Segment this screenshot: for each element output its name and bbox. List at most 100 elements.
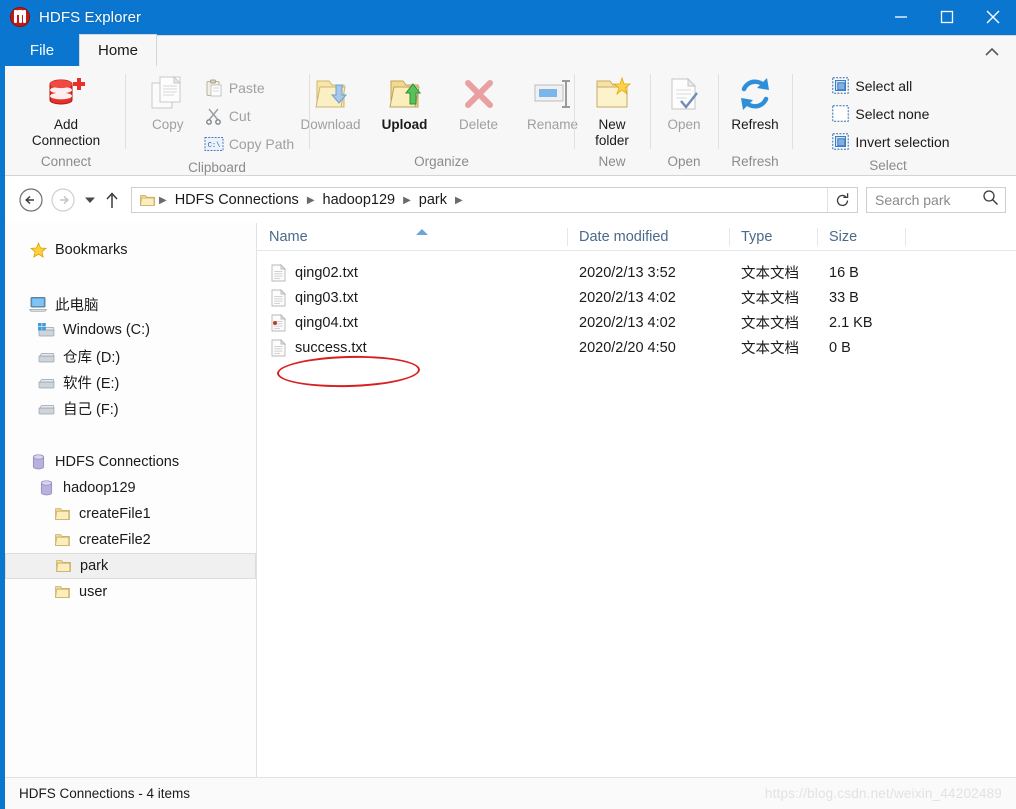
search-input[interactable]: Search park [866, 187, 1006, 213]
minimize-icon[interactable] [878, 0, 924, 34]
sidebar-item-createfile1[interactable]: createFile1 [5, 501, 256, 527]
main-area: Bookmarks 此电脑 Windows (C:) 仓库 (D:) 软件 (E… [5, 223, 1016, 777]
tab-home[interactable]: Home [79, 34, 158, 66]
sidebar-item-bookmarks[interactable]: Bookmarks [5, 237, 256, 263]
sidebar-item-hdfs-connections[interactable]: HDFS Connections [5, 449, 256, 475]
paste-label: Paste [228, 79, 265, 96]
select-all-label: Select all [855, 77, 913, 94]
file-date-cell: 2020/2/13 4:02 [579, 314, 676, 331]
copy-button[interactable]: Copy [136, 72, 200, 133]
copy-path-button[interactable]: C:\ Copy Path [200, 130, 298, 157]
file-name-cell[interactable]: qing02.txt [257, 260, 567, 285]
invert-selection-label: Invert selection [855, 133, 950, 150]
watermark-text: https://blog.csdn.net/weixin_44202489 [764, 786, 1002, 801]
chevron-up-icon[interactable] [980, 42, 1004, 62]
status-bar: HDFS Connections - 4 items https://blog.… [5, 777, 1016, 809]
refresh-address-icon[interactable] [827, 188, 857, 212]
close-icon[interactable] [970, 0, 1016, 34]
open-button[interactable]: Open [652, 72, 716, 133]
cut-button[interactable]: Cut [200, 102, 298, 129]
sidebar-item-this-pc[interactable]: 此电脑 [5, 291, 256, 317]
folder-icon [51, 533, 73, 547]
download-button[interactable]: Download [294, 72, 368, 133]
paste-button[interactable]: Paste [200, 74, 298, 101]
sidebar-item-drive-c[interactable]: Windows (C:) [5, 317, 256, 343]
breadcrumb-item-hadoop129[interactable]: hadoop129 [316, 192, 403, 208]
column-header-type[interactable]: Type [729, 223, 817, 251]
file-name-cell[interactable]: qing03.txt [257, 285, 567, 310]
ribbon-group-label-new: New [598, 154, 626, 169]
ribbon-group-new: New folder New [574, 66, 650, 175]
file-size-cell: 0 B [829, 339, 851, 356]
table-row[interactable]: qing03.txt 2020/2/13 4:02 文本文档 33 B [257, 285, 1016, 310]
file-name-cell[interactable]: success.txt [257, 335, 567, 360]
search-placeholder: Search park [875, 192, 951, 208]
select-all-icon [830, 76, 850, 96]
window-title: HDFS Explorer [39, 8, 142, 26]
hadoop-elephant-icon [9, 6, 31, 28]
tab-file[interactable]: File [5, 34, 79, 66]
new-folder-button[interactable]: New folder [580, 72, 644, 149]
breadcrumb[interactable]: ▶ HDFS Connections ▶ hadoop129 ▶ park ▶ [132, 188, 827, 212]
invert-selection-button[interactable]: Invert selection [826, 128, 953, 155]
delete-button[interactable]: Delete [442, 72, 516, 133]
breadcrumb-separator: ▶ [306, 194, 315, 206]
add-connection-button[interactable]: Add Connection [20, 72, 112, 149]
refresh-button[interactable]: Refresh [723, 72, 787, 133]
breadcrumb-separator: ▶ [403, 194, 411, 206]
file-list-column-headers: Name Date modified Type Size [257, 223, 1016, 251]
ribbon-group-label-connect: Connect [40, 154, 92, 169]
file-type-cell: 文本文档 [741, 341, 799, 357]
column-header-name[interactable]: Name [257, 223, 567, 251]
sidebar-item-user[interactable]: user [5, 579, 256, 605]
column-header-size[interactable]: Size [817, 223, 905, 251]
sidebar-item-drive-e[interactable]: 软件 (E:) [5, 369, 256, 395]
hdfs-explorer-window: HDFS Explorer File Home Add Connection C… [0, 0, 1016, 809]
breadcrumb-item-park[interactable]: park [412, 192, 454, 208]
back-arrow-icon[interactable] [15, 184, 47, 216]
ribbon-group-clipboard: Copy Paste Cut C:\ Copy Path Clipboard [125, 66, 309, 175]
table-row[interactable]: success.txt 2020/2/20 4:50 文本文档 0 B [257, 335, 1016, 360]
row-marker-dot [273, 320, 277, 325]
file-name-cell[interactable]: qing04.txt [257, 310, 567, 335]
up-arrow-icon[interactable] [101, 184, 123, 216]
breadcrumb-item-hdfs-connections[interactable]: HDFS Connections [168, 192, 306, 208]
sidebar-item-drive-d[interactable]: 仓库 (D:) [5, 343, 256, 369]
file-type-cell: 文本文档 [741, 316, 799, 332]
sidebar-item-hadoop129[interactable]: hadoop129 [5, 475, 256, 501]
sidebar-item-label: createFile2 [79, 532, 151, 548]
text-file-icon [269, 288, 287, 307]
select-none-label: Select none [855, 105, 930, 122]
maximize-icon[interactable] [924, 0, 970, 34]
ribbon-group-organize: Download Upload Delete Rename Organize [300, 66, 578, 175]
select-all-button[interactable]: Select all [826, 72, 953, 99]
copy-path-label: Copy Path [228, 135, 295, 152]
column-header-date-modified[interactable]: Date modified [567, 223, 729, 251]
download-folder-icon [311, 74, 351, 114]
breadcrumb-separator: ▶ [159, 194, 167, 206]
text-file-icon [269, 313, 287, 332]
sidebar-item-drive-f[interactable]: 自己 (F:) [5, 395, 256, 421]
folder-icon [136, 194, 158, 207]
sidebar-item-park[interactable]: park [5, 553, 256, 579]
upload-button[interactable]: Upload [368, 72, 442, 133]
drive-icon [35, 348, 57, 364]
table-row[interactable]: qing04.txt 2020/2/13 4:02 文本文档 2.1 KB [257, 310, 1016, 335]
table-row[interactable]: qing02.txt 2020/2/13 3:52 文本文档 16 B [257, 260, 1016, 285]
upload-folder-icon [385, 74, 425, 114]
add-connection-label-line2: Connection [31, 133, 101, 148]
file-date-cell: 2020/2/20 4:50 [579, 339, 676, 356]
file-name: qing03.txt [295, 289, 358, 306]
forward-arrow-icon[interactable] [47, 184, 79, 216]
address-bar[interactable]: ▶ HDFS Connections ▶ hadoop129 ▶ park ▶ [131, 187, 858, 213]
cut-label: Cut [228, 107, 251, 124]
history-dropdown-icon[interactable] [79, 184, 101, 216]
select-none-button[interactable]: Select none [826, 100, 953, 127]
folder-icon [51, 507, 73, 521]
text-file-icon [269, 338, 287, 357]
sidebar-item-createfile2[interactable]: createFile2 [5, 527, 256, 553]
search-icon[interactable] [982, 189, 999, 211]
